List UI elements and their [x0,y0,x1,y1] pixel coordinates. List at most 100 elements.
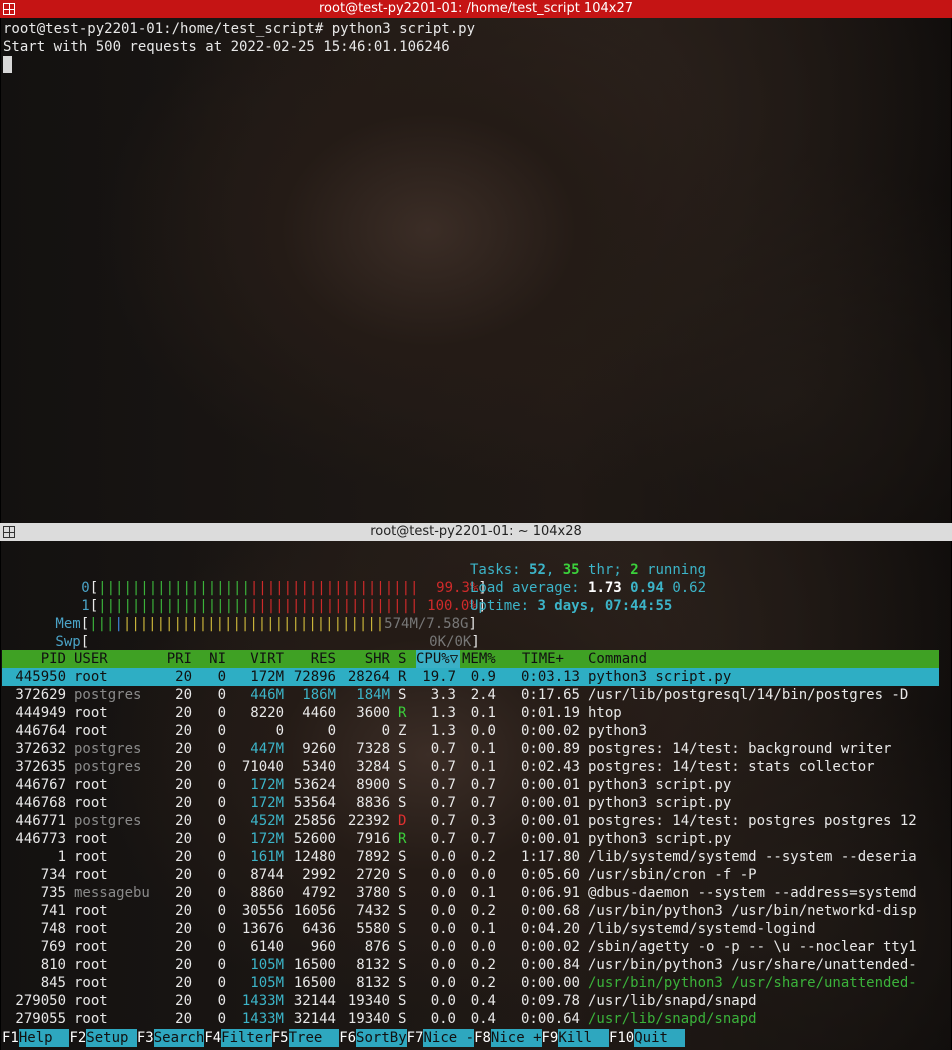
cell-command: python3 script.py [588,669,732,685]
fkey-f4[interactable]: F4 [204,1029,221,1047]
cell-cpu: 0.0 [430,939,456,955]
cell-cpu: 0.0 [430,849,456,865]
table-row[interactable]: 446773 root 20 0 172M 52600 7916 R 0.7 0.7 0:00.01… [2,830,939,848]
table-row[interactable]: 748 root 20 0 13676 6436 5580 S 0.0 0.1 0:04.20/li… [2,920,939,938]
fkey-f7[interactable]: F7 [407,1029,424,1047]
htop-pane[interactable]: 0[||||||||||||||||||||||||||||||||||||||… [1,541,951,1050]
cell-cpu: 0.0 [430,885,456,901]
fkey-f9[interactable]: F9 [542,1029,559,1047]
table-row[interactable]: 734 root 20 0 8744 2992 2720 S 0.0 0.0 0:05.60/usr… [2,866,939,884]
header-shr[interactable]: SHR [336,650,390,668]
top-window-titlebar[interactable]: root@test-py2201-01: /home/test_script 1… [0,0,952,18]
process-rows: 445950 root 20 0 172M 72896 28264 R 19.7 0.9 0:03.… [2,668,939,1028]
table-header[interactable]: PID USER PRI NI VIRT RES SHR S CPU%▽ MEM… [2,650,939,668]
cell-virt: 71040 [241,759,284,775]
table-row[interactable]: 372635 postgres 20 0 71040 5340 3284 S 0.7 0.1 0:0… [2,758,939,776]
fkey-f2[interactable]: F2 [69,1029,86,1047]
cell-command: @dbus-daemon --system --address=systemd [588,885,917,901]
fkey-label-f5[interactable]: Tree [288,1029,340,1047]
header-time[interactable]: TIME+ [508,650,564,668]
fkey-label-f9[interactable]: Kill [558,1029,609,1047]
cell-shr: 3284 [356,759,390,775]
table-row[interactable]: 446764 root 20 0 0 0 0 Z 1.3 0.0 0:00.02 python3 [2,722,939,740]
fkey-label-f7[interactable]: Nice - [423,1029,475,1047]
cell-ni: 0 [217,723,226,739]
cell-pid: 748 [40,921,66,937]
fkey-f1[interactable]: F1 [2,1029,19,1047]
fkey-label-f3[interactable]: Search [153,1029,205,1047]
cell-command: python3 script.py [588,777,732,793]
table-row[interactable]: 735 messagebu 20 0 8860 4792 3780 S 0.0 0.1 0:06.9… [2,884,939,902]
fkey-label-f1[interactable]: Help [18,1029,70,1047]
bottom-window-title: root@test-py2201-01: ~ 104x28 [370,524,582,539]
cell-virt: 161M [250,849,284,865]
header-ni[interactable]: NI [198,650,226,668]
table-row[interactable]: 279055 root 20 0 1433M 32144 19340 S 0.0 0.4 0:00.… [2,1010,939,1028]
table-row[interactable]: 769 root 20 0 6140 960 876 S 0.0 0.0 0:00.02/sbin/… [2,938,939,956]
header-command[interactable]: Command [588,650,940,668]
table-row[interactable]: 810 root 20 0 105M 16500 8132 S 0.0 0.2 0:00.84/us… [2,956,939,974]
fkey-label-f8[interactable]: Nice + [490,1029,542,1047]
cell-time: 0:00.01 [520,795,580,811]
cell-pri: 20 [175,831,192,847]
table-row-selected[interactable]: 445950 root 20 0 172M 72896 28264 R 19.7 0.9 0:03.… [2,668,939,686]
cell-user: root [74,957,108,973]
header-user[interactable]: USER [74,650,158,668]
header-state[interactable]: S [398,650,408,668]
cell-shr: 7432 [356,903,390,919]
table-row[interactable]: 446768 root 20 0 172M 53564 8836 S 0.7 0.7 0:00.01… [2,794,939,812]
cell-pid: 741 [40,903,66,919]
fkey-f3[interactable]: F3 [137,1029,154,1047]
table-row[interactable]: 279050 root 20 0 1433M 32144 19340 S 0.0 0.4 0:09.… [2,992,939,1010]
cell-cpu: 0.0 [430,867,456,883]
table-row[interactable]: 444949 root 20 0 8220 4460 3600 R 1.3 0.1 0:01.19 h… [2,704,939,722]
bottom-window-titlebar[interactable]: root@test-py2201-01: ~ 104x28 [0,523,952,541]
fkey-label-f2[interactable]: Setup [86,1029,137,1047]
fkey-f8[interactable]: F8 [474,1029,491,1047]
fkey-label-f10[interactable]: Quit [634,1029,685,1047]
table-row[interactable]: 845 root 20 0 105M 16500 8132 S 0.0 0.2 0:00.00/us… [2,974,939,992]
cell-pri: 20 [175,867,192,883]
cell-s: R [398,669,407,685]
cell-mem: 0.7 [470,831,496,847]
table-row[interactable]: 446771 postgres 20 0 452M 25856 22392 D 0.7 0.3 0:… [2,812,939,830]
table-row[interactable]: 741 root 20 0 30556 16056 7432 S 0.0 0.2 0:00.68/u… [2,902,939,920]
cell-pid: 445950 [15,669,66,685]
cell-pid: 446764 [15,723,66,739]
cell-s: S [398,795,407,811]
cell-user: postgres [74,687,142,703]
header-pri[interactable]: PRI [158,650,192,668]
cell-s: S [398,759,407,775]
cell-ni: 0 [217,705,226,721]
load-average-stat: Load average: 1.73 0.94 0.62 [470,580,707,596]
cell-mem: 0.2 [470,903,496,919]
fkey-label-f4[interactable]: Filter [221,1029,272,1047]
cell-virt: 8744 [250,867,284,883]
fkey-f6[interactable]: F6 [339,1029,356,1047]
table-row[interactable]: 372629 postgres 20 0 446M 186M 184M S 3.3 2.4 0:17… [2,686,939,704]
header-pid[interactable]: PID [2,650,66,668]
fkey-label-f6[interactable]: SortBy [356,1029,407,1047]
table-row[interactable]: 1 root 20 0 161M 12480 7892 S 0.0 0.2 1:17.80/lib/… [2,848,939,866]
header-mem[interactable]: MEM% [462,650,496,668]
top-terminal-pane[interactable]: root@test-py2201-01:/home/test_script# p… [1,18,951,523]
cell-pid: 810 [40,957,66,973]
table-row[interactable]: 372632 postgres 20 0 447M 9260 7328 S 0.7 0.1 0:00… [2,740,939,758]
cell-shr: 3780 [356,885,390,901]
cell-res: 16056 [293,903,336,919]
table-row[interactable]: 446767 root 20 0 172M 53624 8900 S 0.7 0.7 0:00.01… [2,776,939,794]
cell-user: root [74,1011,108,1027]
cell-command: /usr/lib/postgresql/14/bin/postgres -D [588,687,909,703]
header-res[interactable]: RES [284,650,336,668]
window-menu-icon[interactable] [3,3,15,15]
cell-command: /usr/lib/snapd/snapd [588,1011,757,1027]
cell-mem: 0.9 [470,669,496,685]
fkey-f5[interactable]: F5 [272,1029,289,1047]
window-menu-icon[interactable] [3,526,15,538]
header-cpu-sorted[interactable]: CPU%▽ [416,650,460,668]
cell-ni: 0 [217,741,226,757]
cell-ni: 0 [217,939,226,955]
fkey-f10[interactable]: F10 [609,1029,634,1047]
header-virt[interactable]: VIRT [230,650,284,668]
cell-s: S [398,957,407,973]
